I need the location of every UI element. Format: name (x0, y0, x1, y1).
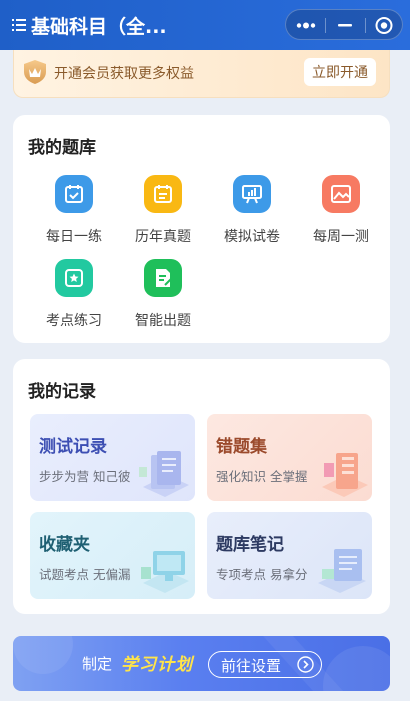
minimize-icon (338, 24, 352, 27)
grid-item-mock-exam[interactable]: 模拟试卷 (207, 175, 297, 246)
member-banner: 开通会员获取更多权益 立即开通 (13, 50, 390, 98)
more-button[interactable] (286, 10, 325, 41)
more-dots-icon (296, 22, 316, 29)
grid-item-topic-practice[interactable]: 考点练习 (29, 259, 119, 330)
grid-item-smart-quiz[interactable]: 智能出题 (118, 259, 208, 330)
grid-item-label: 智能出题 (135, 313, 191, 329)
wrong-questions-illustration (322, 453, 368, 497)
grid-item-label: 考点练习 (46, 313, 102, 329)
record-tile-title: 错题集 (216, 437, 267, 457)
record-tile-subtitle: 步步为营 知己彼 (39, 469, 131, 484)
menu-list-icon[interactable] (12, 18, 26, 32)
record-tile-subtitle: 试题考点 无偏漏 (39, 567, 131, 582)
top-nav-bar: 基础科目（全... (0, 0, 410, 50)
calendar-check-icon (55, 175, 93, 213)
record-tile-question-notes[interactable]: 题库笔记 专项考点 易拿分 (207, 512, 372, 599)
chevron-right-circle-icon (297, 656, 314, 673)
image-chart-icon (322, 175, 360, 213)
close-button[interactable] (366, 10, 405, 41)
grid-item-weekly-test[interactable]: 每周一测 (296, 175, 386, 246)
minimize-button[interactable] (326, 10, 365, 41)
study-plan-banner[interactable]: 制定 学习计划 前往设置 (13, 636, 390, 691)
star-badge-icon (55, 259, 93, 297)
question-bank-card: 我的题库 每日一练 历年真题 模拟试卷 每周一测 考点练习 智能出题 (13, 115, 390, 343)
record-tile-favorites[interactable]: 收藏夹 试题考点 无偏漏 (30, 512, 195, 599)
activate-member-button[interactable]: 立即开通 (304, 58, 376, 86)
grid-item-daily-practice[interactable]: 每日一练 (29, 175, 119, 246)
member-promo-text: 开通会员获取更多权益 (54, 66, 194, 82)
grid-item-label: 历年真题 (135, 229, 191, 245)
mini-program-capsule (285, 9, 403, 40)
record-tile-title: 收藏夹 (39, 535, 90, 555)
test-record-illustration (139, 451, 189, 497)
plan-highlight-text: 学习计划 (121, 655, 193, 675)
record-tile-test-history[interactable]: 测试记录 步步为营 知己彼 (30, 414, 195, 501)
notes-illustration (318, 549, 366, 593)
plan-prefix-text: 制定 (82, 655, 113, 673)
my-records-card: 我的记录 测试记录 步步为营 知己彼 错题集 强化知识 全掌握 收藏夹 试题考点… (13, 359, 390, 614)
record-tile-wrong-questions[interactable]: 错题集 强化知识 全掌握 (207, 414, 372, 501)
my-records-title: 我的记录 (28, 382, 96, 402)
go-settings-label: 前往设置 (221, 657, 282, 675)
grid-item-label: 每周一测 (313, 229, 369, 245)
grid-item-label: 模拟试卷 (224, 229, 280, 245)
go-settings-button[interactable]: 前往设置 (208, 651, 322, 678)
record-tile-title: 测试记录 (39, 437, 107, 457)
crown-badge-icon (24, 60, 46, 84)
grid-item-past-exams[interactable]: 历年真题 (118, 175, 208, 246)
record-tile-subtitle: 强化知识 全掌握 (216, 469, 308, 484)
calendar-list-icon (144, 175, 182, 213)
record-tile-subtitle: 专项考点 易拿分 (216, 567, 308, 582)
grid-item-label: 每日一练 (46, 229, 102, 245)
page-title: 基础科目（全... (31, 16, 167, 38)
question-bank-title: 我的题库 (28, 138, 96, 158)
presentation-chart-icon (233, 175, 271, 213)
document-edit-icon (144, 259, 182, 297)
favorites-illustration (141, 551, 189, 593)
banner-decoration (13, 636, 390, 691)
record-tile-title: 题库笔记 (216, 535, 284, 555)
record-close-icon (375, 17, 393, 34)
